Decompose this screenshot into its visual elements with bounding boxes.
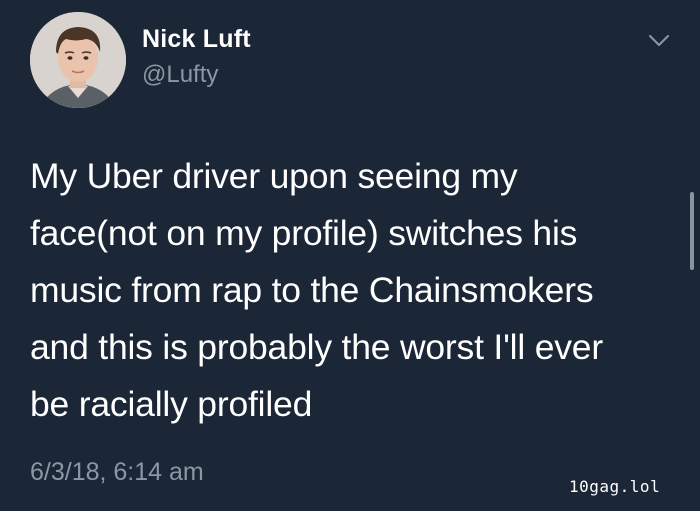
profile-photo-icon <box>30 12 126 108</box>
tweet-text: My Uber driver upon seeing my face(not o… <box>30 148 670 433</box>
tweet-text-line: be racially profiled <box>30 384 313 424</box>
tweet-text-line: My Uber driver upon seeing my <box>30 156 518 196</box>
tweet-text-line: music from rap to the Chainsmokers <box>30 270 594 310</box>
tweet-timestamp[interactable]: 6/3/18, 6:14 am <box>30 458 204 487</box>
chevron-down-icon[interactable] <box>648 34 670 48</box>
tweet-card: Nick Luft @Lufty My Uber driver upon see… <box>0 0 700 511</box>
scrollbar[interactable] <box>690 192 694 270</box>
tweet-text-line: face(not on my profile) switches his <box>30 213 578 253</box>
tweet-text-line: and this is probably the worst I'll ever <box>30 327 603 367</box>
avatar[interactable] <box>30 12 126 108</box>
user-handle[interactable]: @Lufty <box>142 61 218 89</box>
watermark: 10gag.lol <box>569 477 661 496</box>
display-name[interactable]: Nick Luft <box>142 25 251 54</box>
